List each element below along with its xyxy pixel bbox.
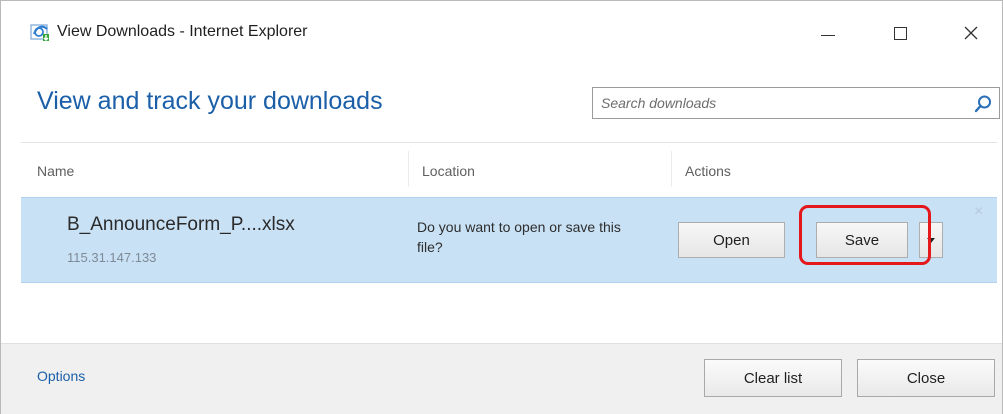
title-bar: View Downloads - Internet Explorer xyxy=(1,1,1002,65)
close-icon xyxy=(964,26,978,40)
minimize-icon xyxy=(821,34,835,36)
file-name: B_AnnounceForm_P....xlsx xyxy=(67,214,295,235)
column-header-name[interactable]: Name xyxy=(37,163,74,179)
clear-list-button[interactable]: Clear list xyxy=(704,359,842,397)
ie-downloads-icon xyxy=(30,24,49,41)
save-button[interactable]: Save xyxy=(816,222,908,258)
search-icon[interactable] xyxy=(973,94,993,114)
window-close-button[interactable] xyxy=(948,13,994,53)
window-title: View Downloads - Internet Explorer xyxy=(57,23,308,40)
file-source: 115.31.147.133 xyxy=(67,250,157,265)
maximize-icon xyxy=(893,26,907,40)
column-divider xyxy=(408,151,409,187)
search-box[interactable] xyxy=(592,87,1000,119)
close-button[interactable]: Close xyxy=(857,359,995,397)
footer-bar: Options Clear list Close xyxy=(1,343,1002,414)
header-divider xyxy=(21,142,997,143)
maximize-button[interactable] xyxy=(877,13,923,53)
column-header-actions[interactable]: Actions xyxy=(685,163,731,179)
download-list-item[interactable]: B_AnnounceForm_P....xlsx 115.31.147.133 … xyxy=(21,197,997,283)
downloads-window: View Downloads - Internet Explorer View … xyxy=(0,0,1003,414)
column-header-location[interactable]: Location xyxy=(422,163,475,179)
page-title: View and track your downloads xyxy=(37,87,383,115)
search-input[interactable] xyxy=(594,89,964,117)
save-options-dropdown[interactable] xyxy=(919,222,943,258)
remove-item-icon[interactable]: × xyxy=(974,203,983,221)
chevron-down-icon xyxy=(927,237,935,243)
download-prompt: Do you want to open or save this file? xyxy=(417,219,621,255)
minimize-button[interactable] xyxy=(805,13,851,53)
options-link[interactable]: Options xyxy=(37,368,85,384)
column-divider xyxy=(671,151,672,187)
open-button[interactable]: Open xyxy=(678,222,785,258)
